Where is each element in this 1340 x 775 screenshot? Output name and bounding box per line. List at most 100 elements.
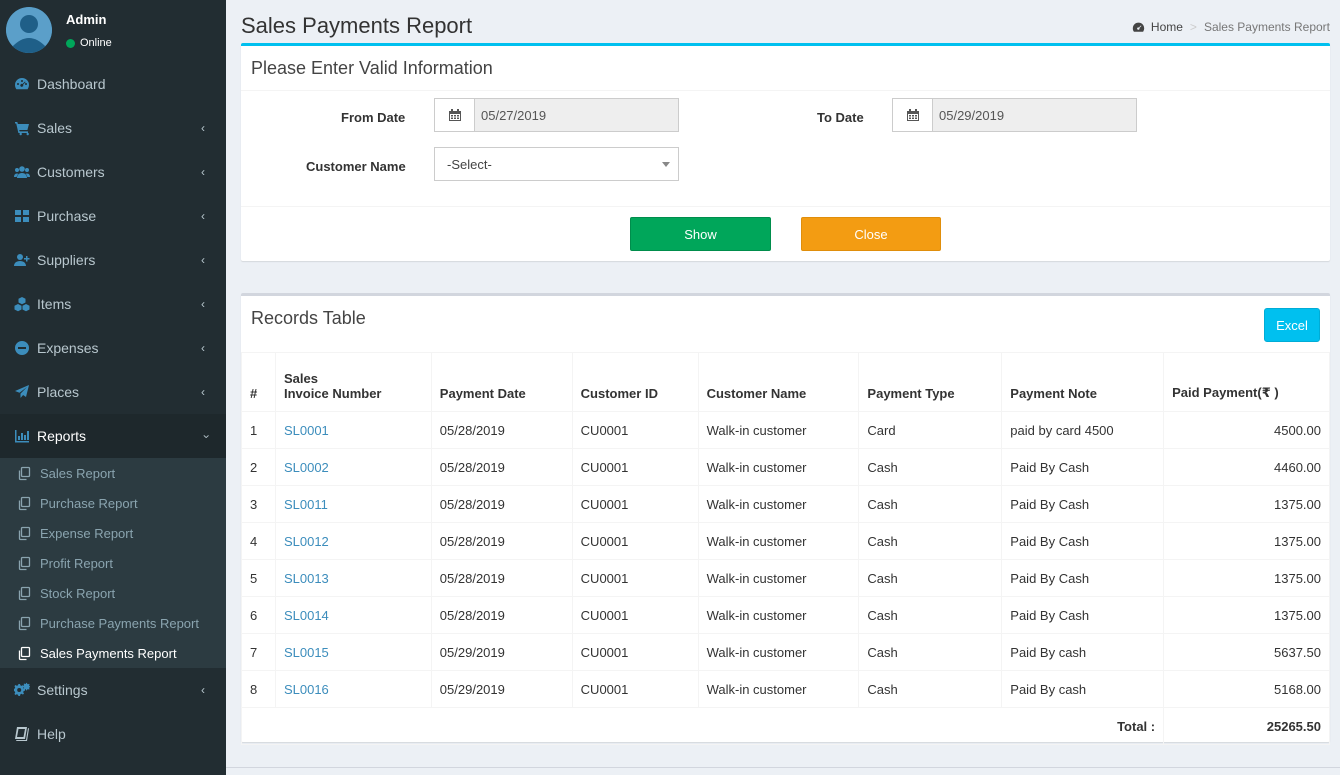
sidebar-item-settings[interactable]: Settings ‹ [0,668,226,712]
row-index: 4 [241,522,276,560]
invoice-cell: SL0016 [274,670,432,708]
invoice-link[interactable]: SL0016 [284,682,329,697]
minus-circle-icon [14,340,30,356]
col-header-payment-note: Payment Note [1001,352,1165,412]
table-row: 5 SL0013 05/28/2019 CU0001 Walk-in customer C… [241,559,1330,597]
invoice-link[interactable]: SL0011 [284,497,328,512]
sidebar-item-dashboard[interactable]: Dashboard [0,62,226,106]
customer-name-label: Customer Name [306,159,406,174]
from-date-label: From Date [341,110,406,125]
submenu-item-stock-report[interactable]: Stock Report [0,578,226,608]
filter-form-box: Please Enter Valid Information From Date… [241,43,1330,261]
customer-id: CU0001 [571,411,699,449]
customer-name-select[interactable]: -Select- [434,147,679,181]
payment-note: Paid By cash [1001,670,1165,708]
breadcrumb-home[interactable]: Home [1132,20,1183,34]
submenu-item-purchase-payments-report[interactable]: Purchase Payments Report [0,608,226,638]
chevron-left-icon: ‹ [201,209,205,223]
submenu-item-expense-report[interactable]: Expense Report [0,518,226,548]
sidebar-item-sales[interactable]: Sales ‹ [0,106,226,150]
sidebar-item-expenses[interactable]: Expenses ‹ [0,326,226,370]
breadcrumb-current: Sales Payments Report [1203,20,1330,34]
chevron-left-icon: ‹ [201,341,205,355]
row-index: 6 [241,596,276,634]
sidebar-item-label: Help [37,726,66,742]
sidebar-item-purchase[interactable]: Purchase ‹ [0,194,226,238]
table-total-row: Total : 25265.50 [240,707,1330,745]
close-button[interactable]: Close [801,217,941,251]
invoice-link[interactable]: SL0002 [284,460,329,475]
customer-name: Walk-in customer [697,448,860,486]
submenu-item-sales-report[interactable]: Sales Report [0,458,226,488]
paid-payment: 1375.00 [1163,596,1330,634]
chevron-left-icon: ‹ [201,253,205,267]
row-index: 8 [241,670,276,708]
records-box: Records Table Excel # Sales Invoice Numbe… [240,293,1330,745]
customer-name: Walk-in customer [697,411,860,449]
customer-id: CU0001 [571,522,699,560]
submenu-item-profit-report[interactable]: Profit Report [0,548,226,578]
excel-button[interactable]: Excel [1264,308,1320,342]
customer-id: CU0001 [571,670,699,708]
payment-note: Paid By Cash [1001,448,1165,486]
customer-id: CU0001 [571,559,699,597]
customer-id: CU0001 [571,633,699,671]
submenu-item-purchase-report[interactable]: Purchase Report [0,488,226,518]
invoice-link[interactable]: SL0014 [284,608,329,623]
to-date-label: To Date [817,110,864,125]
table-row: 6 SL0014 05/28/2019 CU0001 Walk-in customer C… [241,596,1330,634]
calendar-icon[interactable] [893,99,933,131]
sidebar-item-customers[interactable]: Customers ‹ [0,150,226,194]
customer-id: CU0001 [571,485,699,523]
col-header-customer-name: Customer Name [697,352,860,412]
paper-plane-icon [14,384,30,400]
reports-submenu: Sales Report Purchase Report Expense Rep… [0,458,226,668]
sidebar-item-suppliers[interactable]: Suppliers ‹ [0,238,226,282]
paid-payment: 4460.00 [1163,448,1330,486]
customer-id: CU0001 [571,596,699,634]
invoice-cell: SL0011 [274,485,432,523]
chevron-down-icon: ‹ [198,434,213,439]
table-row: 3 SL0011 05/28/2019 CU0001 Walk-in customer C… [241,485,1330,523]
payment-date: 05/28/2019 [430,485,573,523]
invoice-cell: SL0001 [274,411,432,449]
customer-name: Walk-in customer [697,485,860,523]
grid-icon [14,208,30,224]
chevron-left-icon: ‹ [201,121,205,135]
invoice-link[interactable]: SL0013 [284,571,329,586]
chevron-left-icon: ‹ [201,385,205,399]
payment-date: 05/29/2019 [430,670,573,708]
paid-payment: 1375.00 [1163,522,1330,560]
dashboard-icon [1132,22,1145,32]
invoice-link[interactable]: SL0001 [284,423,329,438]
sidebar-item-reports[interactable]: Reports ‹ [0,414,226,458]
sidebar-item-items[interactable]: Items ‹ [0,282,226,326]
user-name: Admin [66,12,107,27]
customer-name: Walk-in customer [697,522,860,560]
sidebar-item-help[interactable]: Help [0,712,226,756]
sidebar-item-label: Items [37,296,72,312]
to-date-field[interactable]: 05/29/2019 [892,98,1137,132]
caret-down-icon [662,162,670,167]
from-date-field[interactable]: 05/27/2019 [434,98,679,132]
chevron-left-icon: ‹ [201,297,205,311]
page-title: Sales Payments Report [241,13,473,38]
calendar-icon[interactable] [435,99,475,131]
sidebar-item-places[interactable]: Places ‹ [0,370,226,414]
sidebar-item-label: Places [37,384,80,400]
invoice-link[interactable]: SL0012 [284,534,329,549]
avatar[interactable] [6,7,52,53]
customer-name: Walk-in customer [697,596,860,634]
show-button[interactable]: Show [630,217,771,251]
payment-type: Cash [858,559,1003,597]
paid-payment: 5637.50 [1163,633,1330,671]
user-avatar-icon [6,7,52,53]
main-content: Sales Payments Report Home > Sales Payme… [226,0,1340,775]
form-footer: Show Close [241,206,1330,261]
invoice-cell: SL0012 [274,522,432,560]
submenu-item-sales-payments-report[interactable]: Sales Payments Report [0,638,226,668]
table-row: 2 SL0002 05/28/2019 CU0001 Walk-in customer C… [241,448,1330,486]
invoice-link[interactable]: SL0015 [284,645,329,660]
payment-type: Cash [858,670,1003,708]
payment-date: 05/28/2019 [430,448,573,486]
